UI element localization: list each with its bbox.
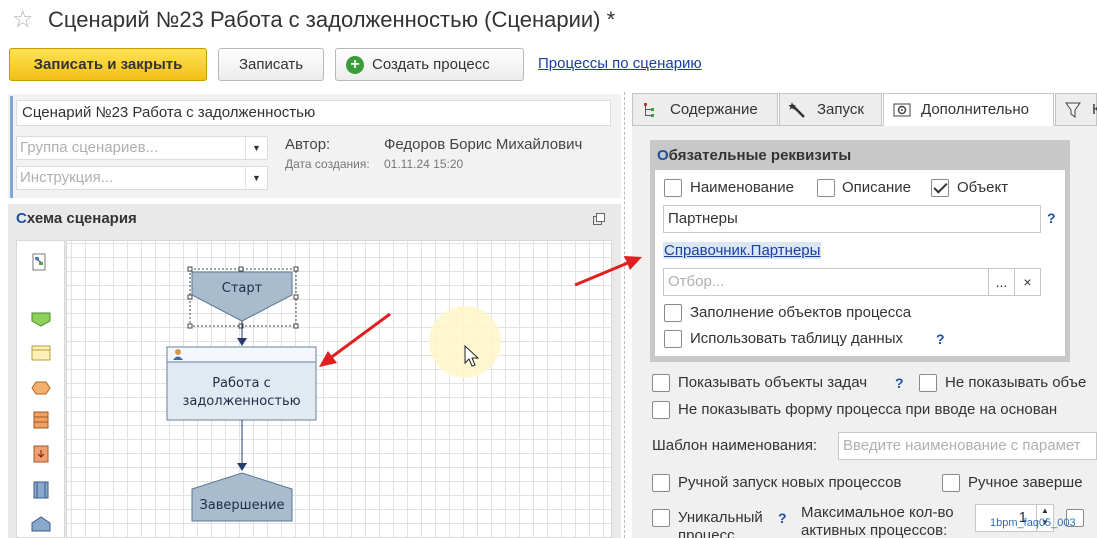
dont-show-objects-label: Не показывать объе — [945, 374, 1087, 391]
processes-by-scenario-link[interactable]: Процессы по сценарию — [538, 55, 702, 72]
dropdown-arrow-icon[interactable]: ▼ — [245, 137, 267, 159]
task-shape-icon[interactable] — [31, 345, 51, 361]
use-data-table-checkbox[interactable] — [664, 330, 682, 348]
name-required-label: Наименование — [690, 179, 794, 196]
filter-clear-button[interactable]: × — [1014, 268, 1041, 296]
scheme-canvas[interactable]: Старт Работа с задолженностью Завершение — [66, 240, 612, 538]
unique-process-label-line2: процесс — [678, 527, 735, 538]
tab-launch-label: Запуск — [817, 101, 864, 118]
created-date-label: Дата создания: — [285, 157, 370, 171]
show-task-objects-label: Показывать объекты задач — [678, 374, 868, 391]
manual-finish-checkbox[interactable] — [942, 474, 960, 492]
save-and-close-button[interactable]: Записать и закрыть — [9, 48, 207, 81]
save-button[interactable]: Записать — [218, 48, 324, 81]
required-requisites-title: Обязательные реквизиты — [657, 147, 852, 164]
annotation-arrow-right — [574, 256, 642, 287]
show-task-objects-help-icon[interactable]: ? — [895, 375, 904, 391]
unique-process-label-line1: Уникальный — [678, 509, 763, 526]
object-help-icon[interactable]: ? — [1047, 210, 1056, 226]
scenario-group-field[interactable]: Группа сценариев... ▼ — [16, 136, 268, 160]
condition-shape-icon[interactable] — [31, 381, 51, 395]
filter-field[interactable]: Отбор... — [663, 268, 989, 296]
catalog-partners-link[interactable]: Справочник.Партнеры — [663, 242, 822, 259]
tab-filter-partial[interactable]: К — [1055, 93, 1097, 126]
element-palette — [16, 240, 65, 538]
description-required-label: Описание — [842, 179, 912, 196]
filter-icon — [1065, 102, 1081, 118]
manual-start-checkbox[interactable] — [652, 474, 670, 492]
tree-icon — [644, 103, 654, 117]
task-node-label-line1: Работа с — [212, 376, 271, 391]
scenario-group-placeholder: Группа сценариев... — [20, 139, 159, 156]
create-process-button[interactable]: + Создать процесс — [335, 48, 524, 81]
create-process-label: Создать процесс — [372, 56, 490, 73]
use-data-table-help-icon[interactable]: ? — [936, 331, 945, 347]
settings-icon — [893, 103, 911, 117]
tab-launch[interactable]: Запуск — [779, 93, 882, 126]
page-title: Сценарий №23 Работа с задолженностью (Сц… — [48, 7, 616, 32]
max-active-label-line1: Максимальное кол-во — [801, 504, 954, 521]
instruction-placeholder: Инструкция... — [20, 169, 114, 186]
dropdown-arrow-icon[interactable]: ▼ — [245, 167, 267, 189]
start-shape-icon[interactable] — [31, 311, 51, 327]
subprocess-shape-icon[interactable] — [31, 411, 51, 429]
tab-content-label: Содержание — [670, 101, 758, 118]
unique-process-checkbox[interactable] — [652, 509, 670, 527]
dont-show-objects-checkbox[interactable] — [919, 374, 937, 392]
name-template-field[interactable]: Введите наименование с парамет — [838, 432, 1097, 460]
object-type-field[interactable]: Партнеры — [663, 205, 1041, 233]
favorite-star-icon[interactable]: ☆ — [12, 8, 34, 32]
start-node — [191, 271, 293, 322]
instruction-field[interactable]: Инструкция... ▼ — [16, 166, 268, 190]
tab-additional[interactable]: Дополнительно — [883, 93, 1054, 126]
scheme-diagram — [166, 266, 501, 522]
author-value: Федоров Борис Михайлович — [384, 136, 583, 153]
show-task-objects-checkbox[interactable] — [652, 374, 670, 392]
start-node-label: Старт — [221, 281, 263, 296]
tab-additional-label: Дополнительно — [921, 101, 1029, 118]
manual-finish-label: Ручное заверше — [968, 474, 1083, 491]
object-required-checkbox[interactable] — [931, 179, 949, 197]
use-data-table-label: Использовать таблицу данных — [690, 330, 903, 347]
tab-content[interactable]: Содержание — [632, 93, 778, 126]
select-tool-icon[interactable] — [31, 253, 49, 271]
manual-start-label: Ручной запуск новых процессов — [678, 474, 902, 491]
tab-partial-letter: К — [1092, 101, 1097, 118]
plus-icon: + — [346, 56, 364, 74]
panel-splitter[interactable] — [624, 92, 625, 538]
created-date-value: 01.11.24 15:20 — [384, 157, 464, 171]
form-edge-marker — [10, 96, 13, 198]
dont-show-form-label: Не показывать форму процесса при вводе н… — [678, 401, 1058, 418]
author-label: Автор: — [285, 136, 331, 153]
end-node-label: Завершение — [199, 498, 285, 513]
object-required-label: Объект — [957, 179, 1009, 196]
description-required-checkbox[interactable] — [817, 179, 835, 197]
end-node — [191, 472, 293, 522]
wand-icon — [789, 102, 805, 118]
name-template-label: Шаблон наименования: — [652, 437, 818, 454]
max-active-label-line2: активных процессов: — [801, 522, 948, 538]
dont-show-form-checkbox[interactable] — [652, 401, 670, 419]
fill-objects-checkbox[interactable] — [664, 304, 682, 322]
unique-process-help-icon[interactable]: ? — [778, 510, 787, 526]
task-node-label-line2: задолженностью — [182, 394, 301, 409]
required-requisites-body — [655, 170, 1065, 356]
processing-shape-icon[interactable] — [31, 445, 51, 463]
end-shape-icon[interactable] — [31, 516, 51, 532]
split-shape-icon[interactable] — [31, 481, 51, 499]
name-required-checkbox[interactable] — [664, 179, 682, 197]
fill-objects-label: Заполнение объектов процесса — [690, 304, 912, 321]
watermark-label: 1bpm_faq05_003 — [990, 517, 1076, 529]
scenario-name-field[interactable]: Сценарий №23 Работа с задолженностью — [16, 100, 611, 126]
filter-select-button[interactable]: ... — [988, 268, 1015, 296]
expand-icon[interactable] — [593, 213, 605, 225]
scheme-title: Схема сценария — [16, 210, 137, 227]
